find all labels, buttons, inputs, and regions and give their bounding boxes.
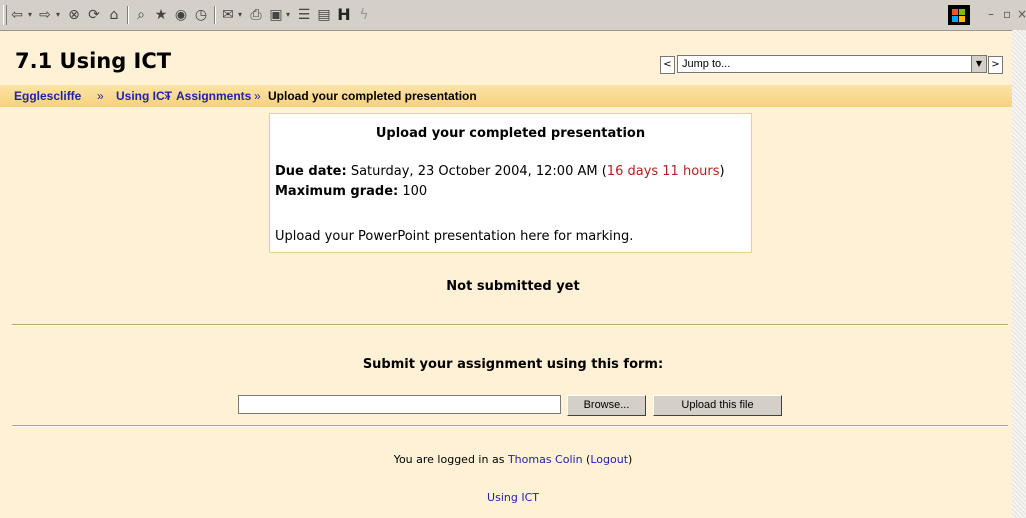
edit-dropdown-icon[interactable]: ▾ [284, 7, 292, 23]
due-date-label: Due date: [275, 164, 347, 179]
login-info: You are logged in as Thomas Colin (Logou… [393, 453, 633, 466]
toolbar-separator [214, 6, 216, 24]
search-icon[interactable]: ⌕ [133, 7, 149, 23]
max-grade-value: 100 [402, 184, 428, 199]
discuss-icon[interactable]: ☰ [296, 7, 312, 23]
minimize-icon[interactable]: – [988, 7, 994, 21]
print-icon[interactable]: ⎙ [248, 7, 264, 23]
stop-icon[interactable]: ⊗ [66, 7, 82, 23]
breadcrumb-separator: » [164, 89, 171, 103]
due-date-line: Due date: Saturday, 23 October 2004, 12:… [275, 164, 725, 179]
breadcrumb-separator: » [97, 89, 104, 103]
max-grade-label: Maximum grade: [275, 184, 399, 199]
max-grade-line: Maximum grade: 100 [275, 184, 427, 199]
due-date-value: Saturday, 23 October 2004, 12:00 AM [350, 164, 598, 179]
browser-toolbar: ⇦ ▾ ⇨ ▾ ⊗ ⟳ ⌂ ⌕ ★ ◉ ◷ ✉ ▾ ⎙ ▣ ▾ ☰ ▤ H ϟ … [0, 0, 1026, 31]
mail-dropdown-icon[interactable]: ▾ [236, 7, 244, 23]
next-activity-button[interactable]: > [988, 56, 1003, 74]
page-scrollbar[interactable] [1012, 30, 1026, 518]
chevron-down-icon[interactable]: ▼ [971, 55, 987, 73]
submit-form-title: Submit your assignment using this form: [362, 357, 664, 372]
breadcrumb: Egglescliffe » Using ICT » Assignments »… [0, 85, 1012, 107]
assignment-description: Upload your PowerPoint presentation here… [275, 229, 634, 244]
user-link[interactable]: Thomas Colin [508, 453, 583, 466]
logout-link[interactable]: Logout [590, 453, 628, 466]
divider [12, 324, 1008, 326]
home-icon[interactable]: ⌂ [106, 7, 122, 23]
h-icon[interactable]: H [336, 7, 352, 23]
file-path-input[interactable] [238, 395, 561, 414]
refresh-icon[interactable]: ⟳ [86, 7, 102, 23]
mail-icon[interactable]: ✉ [220, 7, 236, 23]
login-prefix: You are logged in as [393, 453, 505, 466]
browse-button[interactable]: Browse... [567, 395, 646, 416]
assignment-title: Upload your completed presentation [375, 126, 646, 141]
history-icon[interactable]: ◷ [193, 7, 209, 23]
assignment-info-box: Upload your completed presentation Due d… [269, 113, 752, 253]
breadcrumb-assignments[interactable]: Assignments [176, 89, 251, 103]
jump-to-select[interactable]: Jump to... [677, 55, 979, 73]
back-icon[interactable]: ⇦ [10, 7, 24, 23]
edit-icon[interactable]: ▣ [268, 7, 284, 23]
restore-icon[interactable]: ▫ [1003, 7, 1011, 21]
messenger-icon[interactable]: ▤ [316, 7, 332, 23]
prev-activity-button[interactable]: < [660, 56, 675, 74]
upload-file-button[interactable]: Upload this file [653, 395, 782, 416]
toolbar-grip[interactable] [3, 5, 7, 25]
forward-icon[interactable]: ⇨ [38, 7, 52, 23]
close-icon[interactable]: × [1017, 7, 1026, 21]
breadcrumb-current: Upload your completed presentation [268, 89, 477, 103]
course-link[interactable]: Using ICT [0, 491, 1026, 504]
favorites-icon[interactable]: ★ [153, 7, 169, 23]
time-left: 16 days 11 hours [606, 164, 720, 179]
plugin-icon[interactable]: ϟ [356, 7, 372, 23]
back-dropdown-icon[interactable]: ▾ [26, 7, 34, 23]
divider [12, 425, 1008, 427]
forward-dropdown-icon[interactable]: ▾ [54, 7, 62, 23]
page-title: 7.1 Using ICT [15, 49, 172, 73]
breadcrumb-egglescliffe[interactable]: Egglescliffe [14, 89, 81, 103]
breadcrumb-separator: » [254, 89, 261, 103]
windows-logo-icon [948, 5, 970, 25]
submission-status: Not submitted yet [446, 279, 580, 294]
toolbar-separator [127, 6, 129, 24]
media-icon[interactable]: ◉ [173, 7, 189, 23]
